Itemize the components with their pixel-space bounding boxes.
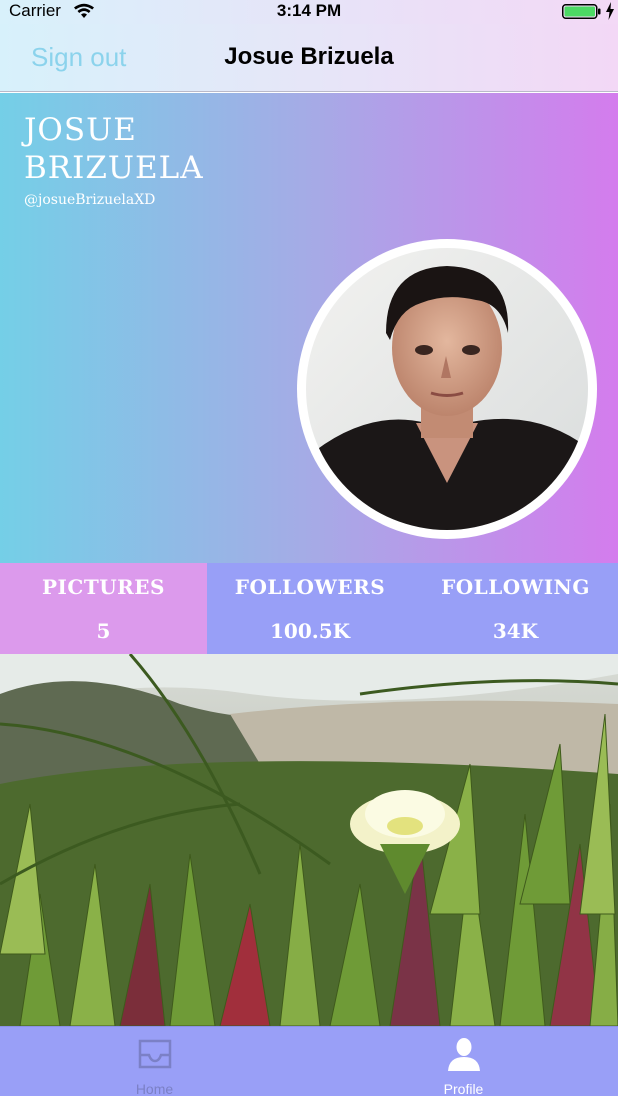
stat-followers[interactable]: FOLLOWERS 100.5K xyxy=(207,563,413,654)
stat-label: PICTURES xyxy=(42,575,165,599)
status-bar: Carrier 3:14 PM xyxy=(0,0,618,24)
tab-label: Home xyxy=(135,1081,174,1096)
stat-label: FOLLOWERS xyxy=(234,575,386,599)
stat-label: FOLLOWING xyxy=(441,575,590,599)
inbox-icon xyxy=(138,1039,171,1069)
profile-header: JOSUE BRIZUELA @josueBrizuelaXD xyxy=(0,93,618,563)
tab-home[interactable]: Home xyxy=(0,1027,309,1096)
stat-following[interactable]: FOLLOWING 34K xyxy=(413,563,618,654)
stat-value: 5 xyxy=(96,619,111,643)
nav-title: Josue Brizuela xyxy=(224,43,394,70)
person-icon xyxy=(447,1038,480,1071)
tab-profile[interactable]: Profile xyxy=(309,1027,618,1096)
status-time: 3:14 PM xyxy=(276,1,342,20)
avatar xyxy=(297,239,597,539)
tab-label: Profile xyxy=(443,1081,484,1096)
stat-value: 34K xyxy=(492,619,539,643)
charging-bolt-icon xyxy=(606,2,614,20)
featured-photo[interactable] xyxy=(0,654,618,1026)
flower-photo-image xyxy=(0,654,618,1026)
stat-pictures[interactable]: PICTURES 5 xyxy=(0,563,207,654)
avatar-photo xyxy=(306,248,588,530)
navigation-bar: Sign out Josue Brizuela xyxy=(0,24,618,92)
profile-display-name: JOSUE BRIZUELA xyxy=(24,112,204,186)
tab-bar: Home Profile xyxy=(0,1026,618,1096)
stats-bar: PICTURES 5 FOLLOWERS 100.5K FOLLOWING 34… xyxy=(0,563,618,654)
stat-value: 100.5K xyxy=(269,619,350,643)
battery-icon xyxy=(562,4,601,19)
profile-handle: @josueBrizuelaXD xyxy=(24,192,156,208)
